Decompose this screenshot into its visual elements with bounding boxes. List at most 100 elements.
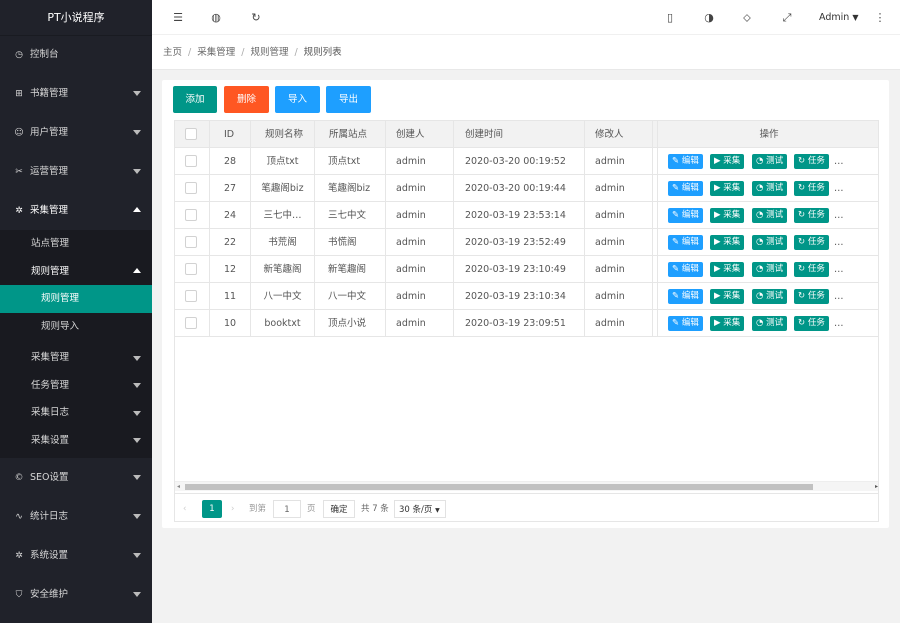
sidebar-item-dashboard[interactable]: ◷ 控制台 (0, 35, 152, 74)
refresh-icon[interactable]: ↻ (246, 0, 266, 35)
sidebar-item-site-manage[interactable]: 站点管理 (0, 230, 152, 258)
scrollbar-thumb[interactable] (185, 484, 813, 490)
sidebar-item-operation[interactable]: ✂ 运营管理 (0, 152, 152, 191)
page-number-input[interactable]: 1 (273, 500, 301, 518)
fullscreen-icon[interactable]: ⤢ (777, 0, 797, 35)
test-button[interactable]: ◔ 测试 (752, 289, 788, 304)
sidebar-item-collect-log[interactable]: 采集日志 (0, 399, 152, 427)
horizontal-scrollbar[interactable]: ◂ ▸ (175, 481, 878, 491)
more-actions[interactable]: … (834, 256, 844, 283)
test-button[interactable]: ◔ 测试 (752, 154, 788, 169)
confirm-page-button[interactable]: 确定 (323, 500, 355, 518)
header-name[interactable]: 规则名称 (251, 121, 315, 148)
row-checkbox[interactable] (185, 155, 197, 167)
scroll-left-icon[interactable]: ◂ (177, 482, 180, 491)
test-button[interactable]: ◔ 测试 (752, 181, 788, 196)
row-checkbox[interactable] (185, 263, 197, 275)
cell-id: 28 (210, 148, 251, 175)
more-actions[interactable]: … (834, 202, 844, 229)
collect-button[interactable]: ▶ 采集 (710, 208, 745, 223)
sidebar-item-system[interactable]: ✲ 系统设置 (0, 536, 152, 575)
breadcrumb-home[interactable]: 主页 (163, 47, 182, 58)
next-page-icon[interactable]: › (231, 500, 234, 518)
row-checkbox[interactable] (185, 182, 197, 194)
more-actions[interactable]: … (834, 310, 844, 337)
tag-icon[interactable]: ⬦ (737, 0, 757, 35)
edit-button[interactable]: ✎ 编辑 (668, 208, 703, 223)
user-menu[interactable]: Admin ▼ (819, 0, 858, 35)
sidebar-item-collect-manage[interactable]: 采集管理 (0, 344, 152, 372)
test-button[interactable]: ◔ 测试 (752, 208, 788, 223)
sidebar-item-rule-import[interactable]: 规则导入 (0, 313, 152, 341)
header-modifier[interactable]: 修改人 (585, 121, 653, 148)
edit-button[interactable]: ✎ 编辑 (668, 235, 703, 250)
more-actions[interactable]: … (834, 229, 844, 256)
play-icon: ▶ (714, 210, 721, 220)
collect-button[interactable]: ▶ 采集 (710, 235, 745, 250)
task-button[interactable]: ↻ 任务 (794, 316, 829, 331)
sidebar-item-seo[interactable]: © SEO设置 (0, 458, 152, 497)
collect-button[interactable]: ▶ 采集 (710, 262, 745, 277)
more-actions[interactable]: … (834, 175, 844, 202)
cell-site: 顶点小说 (315, 310, 386, 337)
sidebar-item-users[interactable]: ☺ 用户管理 (0, 113, 152, 152)
page-size-select[interactable]: 30 条/页 ▼ (394, 500, 446, 518)
refresh-icon: ↻ (798, 291, 806, 301)
collect-button[interactable]: ▶ 采集 (710, 316, 745, 331)
test-button[interactable]: ◔ 测试 (752, 316, 788, 331)
header-id[interactable]: ID (210, 121, 251, 148)
cell-modifier: admin (585, 202, 653, 229)
delete-button[interactable]: 删除 (224, 86, 269, 113)
test-button[interactable]: ◔ 测试 (752, 235, 788, 250)
edit-button[interactable]: ✎ 编辑 (668, 262, 703, 277)
scroll-right-icon[interactable]: ▸ (875, 482, 878, 491)
more-actions[interactable]: … (834, 148, 844, 175)
row-checkbox[interactable] (185, 290, 197, 302)
note-icon[interactable]: ▯ (660, 0, 680, 35)
globe-icon[interactable]: ◍ (206, 0, 226, 35)
import-button[interactable]: 导入 (275, 86, 320, 113)
header-time[interactable]: 创建时间 (454, 121, 585, 148)
sidebar-item-rule-manage[interactable]: 规则管理 (0, 258, 152, 286)
add-button[interactable]: 添加 (173, 86, 217, 113)
edit-button[interactable]: ✎ 编辑 (668, 181, 703, 196)
task-button[interactable]: ↻ 任务 (794, 154, 829, 169)
more-actions[interactable]: … (834, 283, 844, 310)
sidebar-item-books[interactable]: ⊞ 书籍管理 (0, 74, 152, 113)
sidebar-item-collect[interactable]: ✲ 采集管理 (0, 191, 152, 230)
sidebar-item-stats[interactable]: ∿ 统计日志 (0, 497, 152, 536)
row-checkbox[interactable] (185, 209, 197, 221)
theme-icon[interactable]: ◑ (699, 0, 719, 35)
breadcrumb-rule[interactable]: 规则管理 (250, 47, 288, 58)
task-button[interactable]: ↻ 任务 (794, 208, 829, 223)
edit-button[interactable]: ✎ 编辑 (668, 289, 703, 304)
sidebar-item-collect-settings[interactable]: 采集设置 (0, 427, 152, 455)
cell-modifier: admin (585, 229, 653, 256)
task-button[interactable]: ↻ 任务 (794, 181, 829, 196)
task-button[interactable]: ↻ 任务 (794, 262, 829, 277)
header-creator[interactable]: 创建人 (386, 121, 454, 148)
header-site[interactable]: 所属站点 (315, 121, 386, 148)
edit-button[interactable]: ✎ 编辑 (668, 154, 703, 169)
breadcrumb-collect[interactable]: 采集管理 (197, 47, 235, 58)
row-checkbox[interactable] (185, 236, 197, 248)
task-button[interactable]: ↻ 任务 (794, 235, 829, 250)
sidebar-item-task-manage[interactable]: 任务管理 (0, 372, 152, 400)
row-checkbox[interactable] (185, 317, 197, 329)
task-button[interactable]: ↻ 任务 (794, 289, 829, 304)
cell-creator: admin (386, 148, 454, 175)
collect-button[interactable]: ▶ 采集 (710, 289, 745, 304)
sidebar-item-security[interactable]: ⛉ 安全维护 (0, 575, 152, 614)
edit-button[interactable]: ✎ 编辑 (668, 316, 703, 331)
collect-button[interactable]: ▶ 采集 (710, 154, 745, 169)
menu-toggle-icon[interactable]: ☰ (168, 0, 188, 35)
more-vertical-icon[interactable]: ⋮ (870, 0, 890, 35)
export-button[interactable]: 导出 (326, 86, 371, 113)
table-row: 28 顶点txt 顶点txt admin 2020-03-20 00:19:52… (175, 148, 878, 175)
select-all-checkbox[interactable] (185, 128, 197, 140)
prev-page-icon[interactable]: ‹ (183, 500, 186, 518)
collect-button[interactable]: ▶ 采集 (710, 181, 745, 196)
page-1-button[interactable]: 1 (202, 500, 222, 518)
test-button[interactable]: ◔ 测试 (752, 262, 788, 277)
sidebar-item-rule-list[interactable]: 规则管理 (0, 285, 152, 313)
